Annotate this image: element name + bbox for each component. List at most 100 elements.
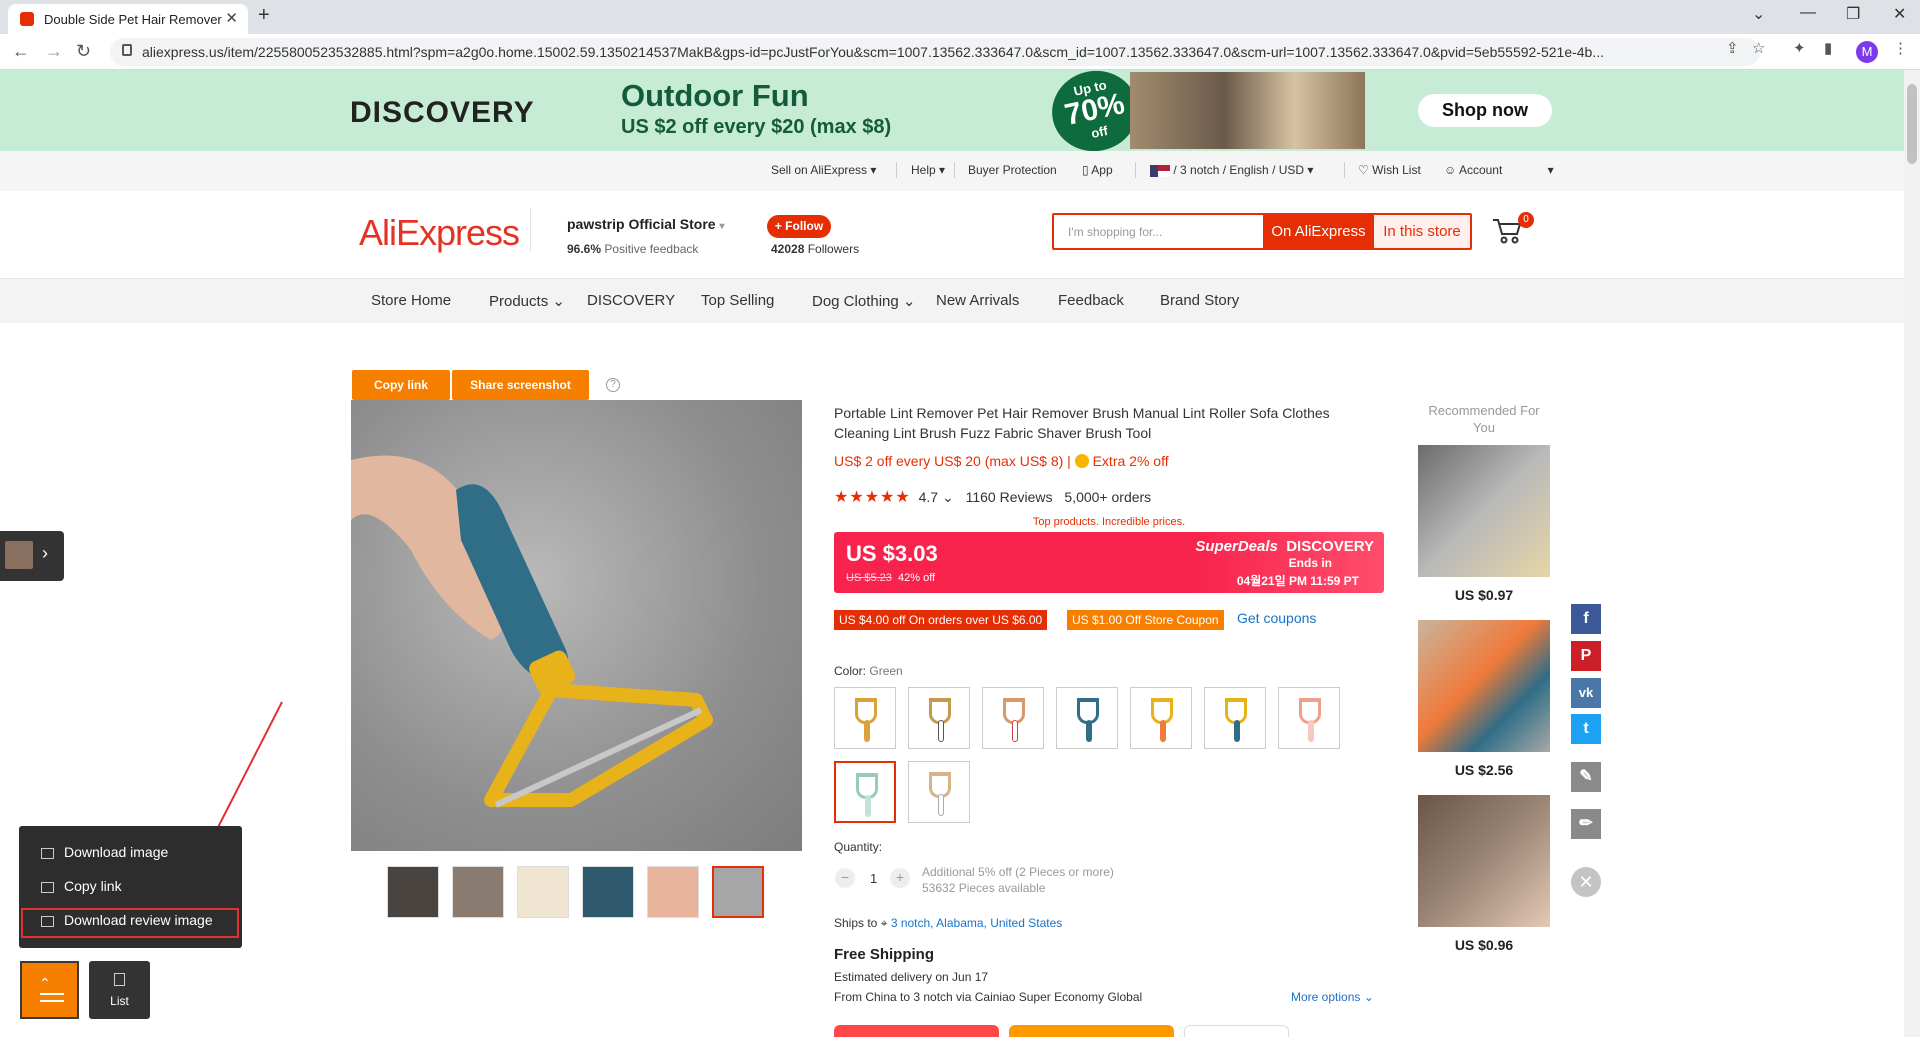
nav-brand-story[interactable]: Brand Story — [1160, 292, 1239, 309]
profile-avatar[interactable]: M — [1856, 41, 1878, 63]
recommended-item-3-image[interactable] — [1418, 795, 1550, 927]
app-link[interactable]: ▯ App — [1082, 163, 1113, 177]
list-button[interactable]: List — [89, 961, 150, 1019]
add-to-cart-button[interactable] — [1009, 1025, 1174, 1037]
close-icon[interactable]: ✕ — [1571, 867, 1601, 897]
menu-copy-link[interactable]: Copy link — [41, 878, 122, 894]
color-swatch-1[interactable] — [834, 687, 896, 749]
pencil-icon[interactable]: ✏ — [1571, 809, 1601, 839]
color-swatch-2[interactable] — [908, 687, 970, 749]
help-icon[interactable]: ? — [606, 378, 620, 392]
forward-icon[interactable]: → — [45, 41, 63, 62]
aliexpress-logo[interactable]: AliExpress — [359, 212, 520, 254]
wish-list-link[interactable]: ♡ Wish List — [1358, 163, 1421, 177]
minimize-icon[interactable]: — — [1800, 4, 1816, 22]
sell-label: Sell on AliExpress — [771, 163, 868, 177]
recommended-item-2-image[interactable] — [1418, 620, 1550, 752]
help-link[interactable]: Help ▾ — [911, 163, 945, 177]
twitter-icon[interactable]: t — [1571, 714, 1601, 744]
rating-value: 4.7 — [918, 489, 939, 505]
bookmark-star-icon[interactable]: ☆ — [1752, 39, 1765, 57]
nav-dog-clothing[interactable]: Dog Clothing ⌄ — [812, 292, 915, 310]
search-input[interactable]: I'm shopping for... — [1068, 225, 1162, 239]
browser-tab[interactable]: Double Side Pet Hair Remover ✕ — [8, 4, 248, 34]
nav-products[interactable]: Products ⌄ — [489, 292, 565, 310]
cart-icon[interactable]: 0 — [1490, 212, 1534, 248]
chevron-right-icon[interactable]: › — [42, 543, 48, 564]
color-swatch-9[interactable] — [908, 761, 970, 823]
account-link[interactable]: ☺ Account ▾ — [1444, 163, 1554, 177]
tab-close-icon[interactable]: ✕ — [225, 9, 238, 27]
widget-toggle-button[interactable]: ⌃ — [20, 961, 79, 1019]
reload-icon[interactable]: ↻ — [76, 41, 91, 62]
discovery-label: DISCOVERY — [1286, 538, 1374, 555]
promo-banner[interactable]: DISCOVERY Outdoor Fun US $2 off every $2… — [0, 62, 1904, 160]
locale-selector[interactable]: / 3 notch / English / USD ▾ — [1150, 163, 1313, 177]
scrollbar-thumb[interactable] — [1907, 84, 1917, 164]
thumbnail-6-selected[interactable] — [712, 866, 764, 918]
thumbnail-4[interactable] — [582, 866, 634, 918]
facebook-icon[interactable]: f — [1571, 604, 1601, 634]
nav-discovery[interactable]: DISCOVERY — [587, 292, 675, 309]
recommended-item-2-price[interactable]: US $2.56 — [1418, 762, 1550, 778]
reviews-count[interactable]: 1160 Reviews — [966, 489, 1053, 505]
tab-search-icon[interactable]: ⌄ — [1752, 4, 1765, 24]
thumbnail-1[interactable] — [387, 866, 439, 918]
search-store-button[interactable]: In this store — [1374, 215, 1470, 248]
restore-icon[interactable]: ❐ — [1846, 4, 1860, 24]
follow-button[interactable]: + Follow — [767, 215, 831, 238]
window-close-icon[interactable]: ✕ — [1893, 4, 1906, 24]
browser-menu-icon[interactable]: ⋮ — [1893, 39, 1908, 57]
buyer-protection-link[interactable]: Buyer Protection — [968, 163, 1057, 177]
vk-icon[interactable]: vk — [1571, 678, 1601, 708]
page-scrollbar[interactable] — [1904, 70, 1920, 1037]
main-product-image[interactable] — [351, 400, 802, 851]
address-bar[interactable]: aliexpress.us/item/2255800523532885.html… — [110, 38, 1760, 66]
buy-now-button[interactable] — [834, 1025, 999, 1037]
color-swatch-green-selected[interactable] — [834, 761, 896, 823]
get-coupons-link[interactable]: Get coupons — [1237, 610, 1316, 626]
nav-feedback[interactable]: Feedback — [1058, 292, 1124, 309]
browser-toolbar: ← → ↻ aliexpress.us/item/225580052353288… — [0, 34, 1920, 70]
recommended-item-1-price[interactable]: US $0.97 — [1418, 587, 1550, 603]
nav-new-arrivals[interactable]: New Arrivals — [936, 292, 1019, 309]
search-aliexpress-button[interactable]: On AliExpress — [1263, 215, 1374, 248]
share-icon[interactable]: ⇪ — [1726, 39, 1739, 57]
color-swatch-6[interactable] — [1204, 687, 1266, 749]
share-screenshot-button[interactable]: Share screenshot — [452, 370, 589, 400]
more-options-link[interactable]: More options ⌄ — [1291, 990, 1374, 1004]
recommended-item-1-image[interactable] — [1418, 445, 1550, 577]
back-icon[interactable]: ← — [12, 41, 30, 62]
side-panel-icon[interactable]: ▮ — [1824, 39, 1832, 57]
thumbnail-5[interactable] — [647, 866, 699, 918]
browser-tab-bar: Double Side Pet Hair Remover ✕ + ⌄ — ❐ ✕ — [0, 0, 1920, 34]
color-swatch-3[interactable] — [982, 687, 1044, 749]
store-name[interactable]: pawstrip Official Store ▾ — [567, 216, 725, 232]
coupon-orders-over[interactable]: US $4.00 off On orders over US $6.00 — [834, 610, 1048, 630]
shop-now-button[interactable]: Shop now — [1418, 94, 1552, 127]
wishlist-button[interactable] — [1184, 1025, 1289, 1037]
ships-to-location[interactable]: 3 notch, Alabama, United States — [891, 916, 1062, 930]
sell-on-aliexpress-link[interactable]: Sell on AliExpress ▾ — [771, 163, 876, 177]
edit-note-icon[interactable]: ✎ — [1571, 762, 1601, 792]
extensions-icon[interactable]: ✦ — [1793, 39, 1806, 57]
menu-download-image[interactable]: Download image — [41, 844, 168, 860]
thumbnail-2[interactable] — [452, 866, 504, 918]
quantity-minus-button[interactable]: − — [835, 868, 855, 888]
quantity-plus-button[interactable]: + — [890, 868, 910, 888]
chevron-down-icon[interactable]: ⌄ — [938, 489, 954, 505]
quantity-value[interactable]: 1 — [870, 871, 877, 886]
recommended-item-3-price[interactable]: US $0.96 — [1418, 937, 1550, 953]
color-swatch-7[interactable] — [1278, 687, 1340, 749]
coupon-store[interactable]: US $1.00 Off Store Coupon — [1067, 610, 1224, 630]
thumbnail-3[interactable] — [517, 866, 569, 918]
pinterest-icon[interactable]: P — [1571, 641, 1601, 671]
color-swatch-5[interactable] — [1130, 687, 1192, 749]
new-tab-icon[interactable]: + — [258, 4, 270, 27]
nav-store-home[interactable]: Store Home — [371, 292, 451, 309]
color-swatch-4[interactable] — [1056, 687, 1118, 749]
copy-link-button[interactable]: Copy link — [352, 370, 450, 400]
superdeals-discovery: SuperDeals DISCOVERY — [1195, 538, 1374, 555]
side-image-widget[interactable]: › — [0, 531, 64, 581]
nav-top-selling[interactable]: Top Selling — [701, 292, 774, 309]
